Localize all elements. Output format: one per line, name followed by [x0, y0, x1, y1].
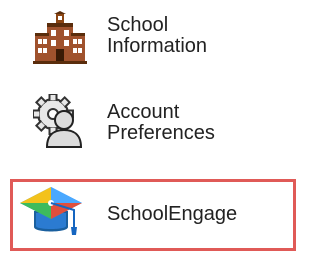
graduation-cap-icon: [20, 187, 82, 235]
side-menu: School Information Account Preferences S…: [0, 0, 320, 279]
menu-item-schoolengage[interactable]: SchoolEngage: [0, 178, 320, 252]
menu-item-label: Account Preferences: [107, 101, 215, 144]
menu-item-label: SchoolEngage: [107, 203, 238, 225]
account-preferences-icon: [33, 94, 83, 148]
menu-item-school-information[interactable]: School Information: [0, 0, 320, 75]
menu-item-label: School Information: [107, 14, 208, 57]
school-building-icon: [33, 11, 87, 64]
menu-item-account-preferences[interactable]: Account Preferences: [0, 82, 320, 162]
